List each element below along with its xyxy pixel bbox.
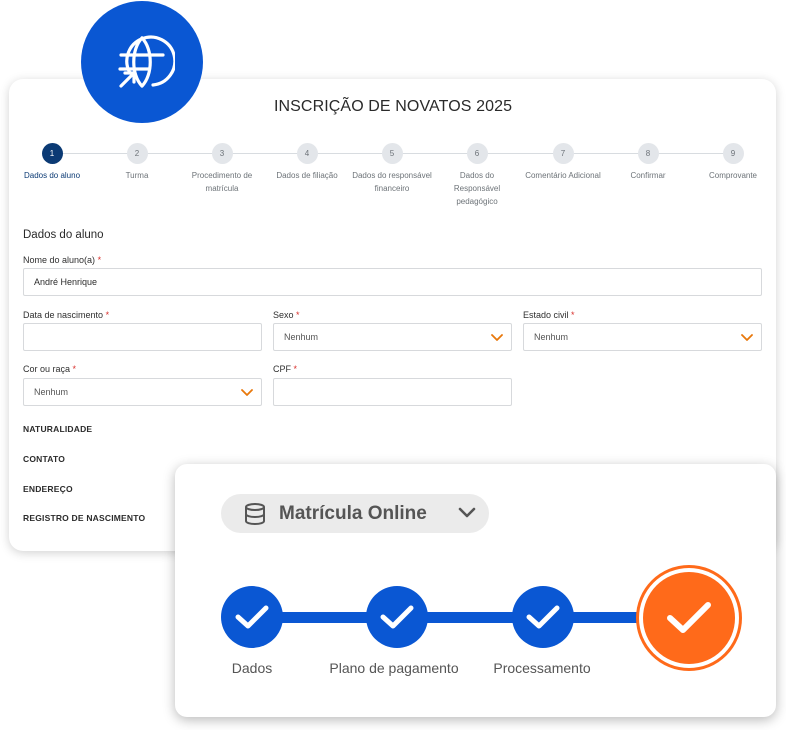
cor-raca-select[interactable]: Nenhum: [23, 378, 262, 406]
nome-label-text: Nome do aluno(a): [23, 255, 96, 265]
check-icon: [380, 605, 414, 629]
step-number: 3: [211, 143, 233, 164]
sexo-label-text: Sexo: [273, 310, 294, 320]
step-filiacao[interactable]: 4 Dados de filiação: [262, 143, 352, 182]
cor-raca-label-text: Cor ou raça: [23, 364, 71, 374]
estado-civil-label-text: Estado civil: [523, 310, 569, 320]
step-dados-circle: [221, 586, 283, 648]
step-label: Dados de filiação: [276, 171, 338, 180]
nascimento-label: Data de nascimento *: [23, 310, 109, 320]
globe-arrow-icon: [118, 35, 175, 88]
step-number: 9: [722, 143, 744, 164]
group-endereco[interactable]: ENDEREÇO: [23, 484, 73, 494]
nascimento-label-text: Data de nascimento: [23, 310, 104, 320]
required-mark: *: [105, 310, 110, 320]
nome-label: Nome do aluno(a) *: [23, 255, 101, 265]
step-responsavel-financeiro[interactable]: 5 Dados do responsável financeiro: [347, 143, 437, 195]
database-icon: [245, 503, 265, 526]
step-plano-circle: [366, 586, 428, 648]
matricula-online-dropdown[interactable]: Matrícula Online: [221, 494, 489, 533]
estado-civil-select[interactable]: Nenhum: [523, 323, 762, 351]
step-number: 6: [466, 143, 488, 164]
sexo-label: Sexo *: [273, 310, 300, 320]
step-label-plano: Plano de pagamento: [329, 660, 459, 676]
chevron-down-icon: [491, 334, 503, 341]
group-naturalidade[interactable]: NATURALIDADE: [23, 424, 92, 434]
step-turma[interactable]: 2 Turma: [92, 143, 182, 182]
sexo-value: Nenhum: [284, 332, 319, 342]
step-label: Confirmar: [630, 171, 666, 180]
step-responsavel-pedagogico[interactable]: 6 Dados do Responsável pedagógico: [432, 143, 522, 208]
dropdown-label: Matrícula Online: [279, 503, 427, 524]
cpf-input[interactable]: [273, 378, 512, 406]
chevron-down-icon: [241, 389, 253, 396]
section-title: Dados do aluno: [23, 229, 104, 241]
progress-track: [251, 612, 691, 623]
step-label: Turma: [125, 171, 149, 180]
globe-badge: [81, 1, 203, 123]
estado-civil-label: Estado civil *: [523, 310, 575, 320]
cor-raca-value: Nenhum: [34, 387, 69, 397]
required-mark: *: [571, 310, 575, 320]
estado-civil-value: Nenhum: [534, 332, 569, 342]
required-mark: *: [293, 364, 298, 374]
step-number: 1: [41, 143, 63, 164]
step-procedimento[interactable]: 3 Procedimento de matrícula: [177, 143, 267, 195]
step-processamento-circle: [512, 586, 574, 648]
step-number: 5: [381, 143, 403, 164]
step-number: 7: [552, 143, 574, 164]
step-label: Dados do Responsável pedagógico: [453, 171, 501, 206]
check-icon: [235, 605, 269, 629]
step-label: Comentário Adicional: [525, 171, 601, 180]
check-icon: [526, 605, 560, 629]
step-number: 2: [126, 143, 148, 164]
step-dados-do-aluno[interactable]: 1 Dados do aluno: [7, 143, 97, 182]
step-comprovante[interactable]: 9 Comprovante: [688, 143, 778, 182]
group-registro-nascimento[interactable]: REGISTRO DE NASCIMENTO: [23, 513, 145, 523]
step-number: 4: [296, 143, 318, 164]
step-confirmar[interactable]: 8 Confirmar: [603, 143, 693, 182]
nascimento-input[interactable]: [23, 323, 262, 351]
chevron-down-icon: [458, 507, 476, 518]
step-label: Procedimento de matrícula: [191, 171, 253, 193]
step-comentario[interactable]: 7 Comentário Adicional: [513, 143, 613, 182]
group-contato[interactable]: CONTATO: [23, 454, 65, 464]
step-label: Dados do responsável financeiro: [352, 171, 432, 193]
step-label-processamento: Processamento: [493, 660, 591, 676]
cor-raca-label: Cor ou raça *: [23, 364, 76, 374]
required-mark: *: [97, 255, 102, 265]
online-enrollment-card: Matrícula Online Dados Plano de pagament…: [175, 464, 776, 717]
step-label-dados: Dados: [231, 660, 273, 676]
step-number: 8: [637, 143, 659, 164]
chevron-down-icon: [741, 334, 753, 341]
form-stepper: 1 Dados do aluno 2 Turma 3 Procedimento …: [0, 143, 786, 213]
step-label: Comprovante: [708, 171, 758, 180]
step-final-circle: [643, 572, 735, 664]
cpf-label: CPF *: [273, 364, 297, 374]
nome-input[interactable]: André Henrique: [23, 268, 762, 296]
check-icon: [667, 602, 711, 633]
required-mark: *: [72, 364, 77, 374]
sexo-select[interactable]: Nenhum: [273, 323, 512, 351]
step-label: Dados do aluno: [23, 171, 81, 180]
cpf-label-text: CPF: [273, 364, 291, 374]
required-mark: *: [296, 310, 300, 320]
